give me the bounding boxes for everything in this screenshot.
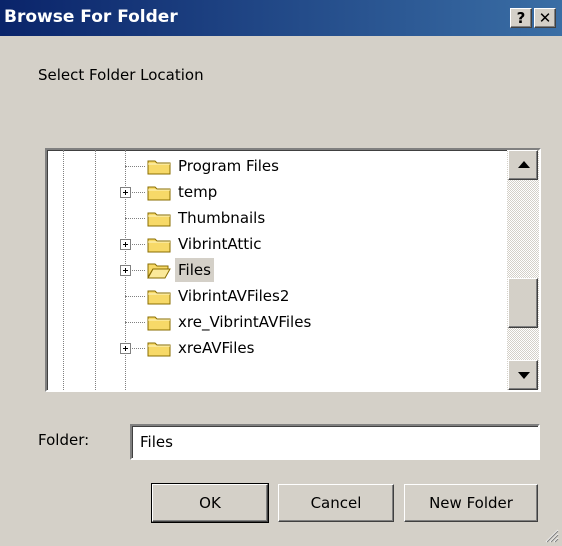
- tree-connector: [125, 218, 145, 219]
- scroll-down-button[interactable]: [508, 360, 538, 390]
- tree-connector: [125, 296, 145, 297]
- folder-icon: [147, 316, 171, 331]
- folder-icon: [147, 186, 171, 201]
- title-bar[interactable]: Browse For Folder ? ✕: [0, 0, 562, 36]
- window-title: Browse For Folder: [4, 7, 178, 27]
- expand-plus-icon[interactable]: [120, 265, 131, 276]
- tree-item-label: VibrintAttic: [178, 235, 262, 253]
- tree-item-label: VibrintAVFiles2: [178, 287, 290, 305]
- up-arrow-icon: [518, 161, 530, 168]
- tree-item-label: xreAVFiles: [178, 339, 255, 357]
- tree-item-label: Program Files: [178, 157, 279, 175]
- resize-grip-icon[interactable]: [545, 529, 559, 543]
- tree-item[interactable]: xre_VibrintAVFiles: [47, 310, 507, 336]
- new-folder-button[interactable]: New Folder: [404, 484, 538, 522]
- down-arrow-icon: [518, 372, 530, 379]
- expand-plus-icon[interactable]: [120, 239, 131, 250]
- folder-label: Folder:: [38, 431, 90, 449]
- tree-item[interactable]: VibrintAttic: [47, 232, 507, 258]
- folder-icon: [147, 238, 171, 253]
- tree-item-label: Files: [175, 258, 214, 282]
- tree-connector: [125, 166, 145, 167]
- expand-plus-icon[interactable]: [120, 187, 131, 198]
- vertical-scrollbar[interactable]: [507, 150, 539, 390]
- folder-icon: [147, 160, 171, 175]
- tree-item-label: xre_VibrintAVFiles: [178, 313, 312, 331]
- folder-input[interactable]: [130, 424, 540, 460]
- new-folder-label: New Folder: [429, 494, 513, 512]
- tree-item[interactable]: Files: [47, 258, 507, 284]
- tree-item[interactable]: temp: [47, 180, 507, 206]
- tree-connector: [125, 322, 145, 323]
- open-folder-icon: [147, 263, 171, 279]
- expand-plus-icon[interactable]: [120, 343, 131, 354]
- help-button[interactable]: ?: [510, 8, 532, 28]
- tree-item[interactable]: VibrintAVFiles2: [47, 284, 507, 310]
- tree-item-label: Thumbnails: [178, 209, 266, 227]
- scroll-thumb[interactable]: [508, 278, 538, 328]
- cancel-button[interactable]: Cancel: [278, 484, 394, 522]
- prompt-text: Select Folder Location: [38, 66, 204, 84]
- tree-item[interactable]: Thumbnails: [47, 206, 507, 232]
- close-button[interactable]: ✕: [534, 8, 556, 28]
- folder-icon: [147, 212, 171, 227]
- tree-item-label: temp: [178, 183, 218, 201]
- ok-button[interactable]: OK: [151, 483, 269, 523]
- scroll-up-button[interactable]: [508, 150, 538, 180]
- folder-icon: [147, 342, 171, 357]
- folder-icon: [147, 290, 171, 305]
- tree-item[interactable]: Program Files: [47, 154, 507, 180]
- tree-item[interactable]: xreAVFiles: [47, 336, 507, 362]
- folder-tree[interactable]: Program Files temp Thumbnails VibrintAttic F…: [45, 148, 541, 392]
